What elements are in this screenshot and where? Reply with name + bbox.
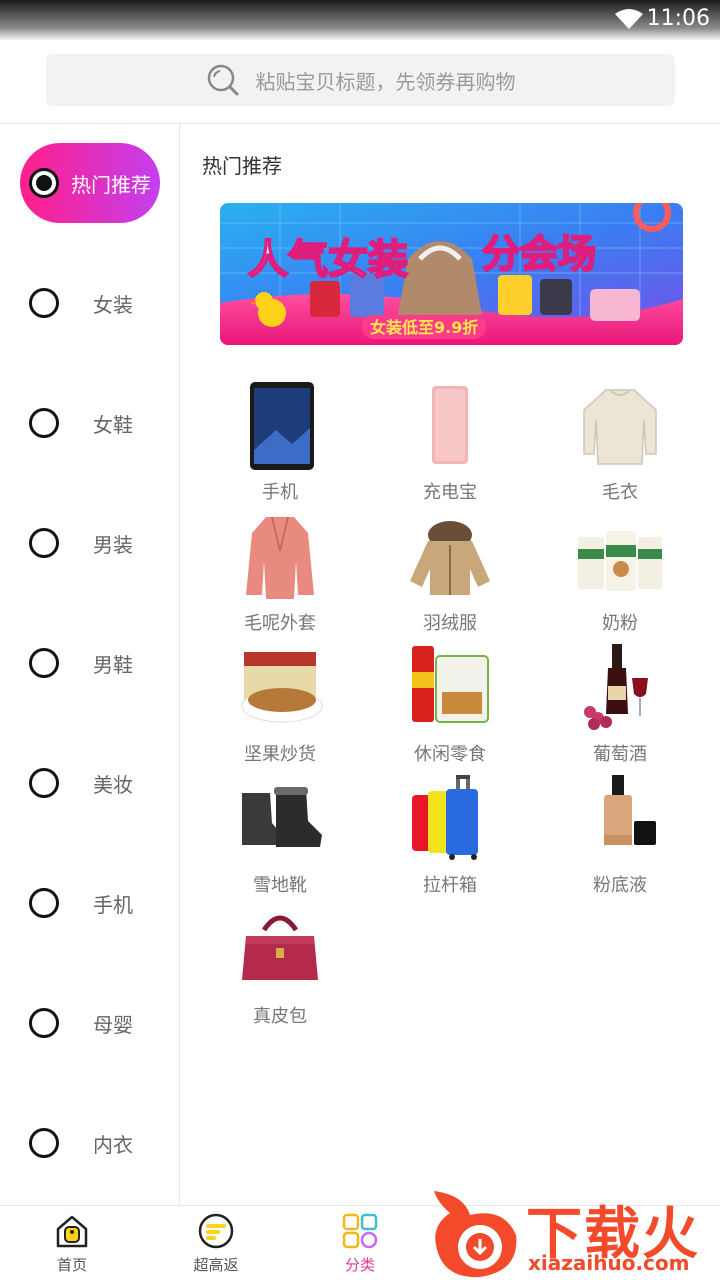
radio-icon: [29, 768, 59, 798]
sidebar-item-makeup[interactable]: 美妆: [20, 743, 160, 823]
grid-item-label: 拉杆箱: [423, 875, 477, 896]
power-bank-icon: [432, 386, 468, 464]
search-header: 粘贴宝贝标题，先领券再购物: [0, 40, 720, 124]
sidebar-item-label: 母婴: [93, 1012, 133, 1037]
banner-image: 人气女装 分会场 女装低至9.9折: [220, 203, 683, 345]
sidebar-item-label: 女鞋: [93, 412, 133, 437]
grid-item-leather-bag[interactable]: 真皮包: [195, 904, 365, 1035]
tab-label: 分类: [344, 1256, 375, 1274]
grid-item-snacks[interactable]: 休闲零食: [365, 642, 535, 773]
nuts-icon: [241, 652, 323, 723]
wine-icon: [584, 644, 648, 730]
banner-headline-2: 分会场: [482, 232, 596, 276]
sweater-icon: [583, 389, 657, 465]
grid-item-label: 雪地靴: [253, 875, 307, 896]
grid-item-phone[interactable]: 手机: [195, 380, 365, 511]
down-jacket-icon: [410, 521, 490, 595]
sidebar-item-label: 男鞋: [93, 652, 133, 677]
tab-label: 超高返: [193, 1256, 239, 1274]
home-icon: [56, 1215, 88, 1248]
wool-coat-icon: [246, 516, 314, 599]
banner-subtitle: 女装低至9.9折: [370, 318, 478, 337]
radio-icon: [29, 528, 59, 558]
watermark-url: xiazaihuo.com: [528, 1251, 690, 1275]
grid-item-label: 充电宝: [423, 482, 477, 503]
sidebar-item-baby[interactable]: 母婴: [20, 983, 160, 1063]
radio-icon: [29, 1128, 59, 1158]
sidebar-item-phones[interactable]: 手机: [20, 863, 160, 943]
section-title: 热门推荐: [202, 154, 282, 178]
category-sidebar: 热门推荐 女装 女鞋 男装 男鞋 美妆 手机 母婴 内衣: [0, 124, 180, 1205]
sidebar-item-label: 女装: [93, 292, 133, 317]
search-input[interactable]: 粘贴宝贝标题，先领券再购物: [46, 54, 675, 106]
radio-icon: [29, 888, 59, 918]
luggage-icon: [412, 775, 478, 860]
grid-item-label: 毛呢外套: [244, 613, 316, 634]
milk-powder-icon: [578, 531, 662, 591]
grid-item-power-bank[interactable]: 充电宝: [365, 380, 535, 511]
snow-boots-icon: [242, 787, 322, 847]
promo-banner[interactable]: 人气女装 分会场 女装低至9.9折: [220, 203, 683, 345]
sidebar-item-label: 手机: [93, 892, 133, 917]
phone-icon: [250, 382, 314, 470]
grid-item-label: 毛衣: [602, 482, 638, 503]
grid-item-nuts[interactable]: 坚果炒货: [195, 642, 365, 773]
grid-item-snow-boots[interactable]: 雪地靴: [195, 773, 365, 904]
radio-icon: [29, 288, 59, 318]
grid-item-down-jacket[interactable]: 羽绒服: [365, 511, 535, 642]
tab-category[interactable]: 分类: [288, 1206, 432, 1280]
banner-headline: 人气女装: [248, 237, 408, 283]
grid-item-label: 粉底液: [593, 875, 647, 896]
radio-icon: [29, 408, 59, 438]
flame-logo-icon: [434, 1191, 517, 1278]
grid-item-wine[interactable]: 葡萄酒: [535, 642, 705, 773]
grid-item-label: 羽绒服: [423, 613, 477, 634]
category-page: 11:06 粘贴宝贝标题，先领券再购物 热门推荐 女装 女鞋 男装 男鞋 美妆 …: [0, 0, 720, 1280]
tab-label: 首页: [56, 1256, 87, 1274]
snacks-icon: [412, 646, 489, 723]
status-bar: 11:06: [0, 0, 720, 40]
wifi-icon: [615, 9, 643, 29]
sidebar-item-label: 美妆: [93, 772, 133, 797]
grid-item-label: 葡萄酒: [593, 744, 647, 765]
grid-item-sweater[interactable]: 毛衣: [535, 380, 705, 511]
sidebar-item-mens-shoes[interactable]: 男鞋: [20, 623, 160, 703]
tab-home[interactable]: 首页: [0, 1206, 144, 1280]
radio-selected-icon: [29, 168, 59, 198]
grid-item-label: 手机: [262, 482, 298, 503]
search-placeholder: 粘贴宝贝标题，先领券再购物: [255, 69, 516, 94]
grid-item-label: 坚果炒货: [244, 744, 316, 765]
category-content: 热门推荐 人气女装 分会场 女装低至9.9折 手机 充电宝 毛衣 毛呢外套 羽绒…: [181, 124, 720, 1205]
sidebar-item-label: 内衣: [93, 1132, 133, 1157]
grid-item-label: 奶粉: [602, 613, 638, 634]
tab-rebate[interactable]: 超高返: [144, 1206, 288, 1280]
grid-item-foundation[interactable]: 粉底液: [535, 773, 705, 904]
radio-icon: [29, 648, 59, 678]
foundation-icon: [604, 775, 656, 845]
leather-bag-icon: [242, 915, 318, 980]
grid-item-wool-coat[interactable]: 毛呢外套: [195, 511, 365, 642]
grid-item-label: 真皮包: [253, 1006, 307, 1027]
sidebar-item-womens-shoes[interactable]: 女鞋: [20, 383, 160, 463]
grid-item-label: 休闲零食: [414, 744, 486, 765]
status-time: 11:06: [646, 6, 710, 31]
sidebar-item-mens-clothing[interactable]: 男装: [20, 503, 160, 583]
rebate-icon: [198, 1213, 234, 1249]
grid-item-luggage[interactable]: 拉杆箱: [365, 773, 535, 904]
sidebar-item-womens-clothing[interactable]: 女装: [20, 263, 160, 343]
sidebar-item-label: 男装: [93, 532, 133, 557]
sidebar-item-hot[interactable]: 热门推荐: [20, 143, 160, 223]
sidebar-item-label: 热门推荐: [71, 172, 151, 197]
grid-item-milk-powder[interactable]: 奶粉: [535, 511, 705, 642]
radio-icon: [29, 1008, 59, 1038]
sidebar-item-underwear[interactable]: 内衣: [20, 1103, 160, 1183]
category-icon: [342, 1213, 378, 1249]
search-icon: [207, 64, 238, 96]
watermark: 下载火 xiazaihuo.com: [424, 1185, 720, 1280]
